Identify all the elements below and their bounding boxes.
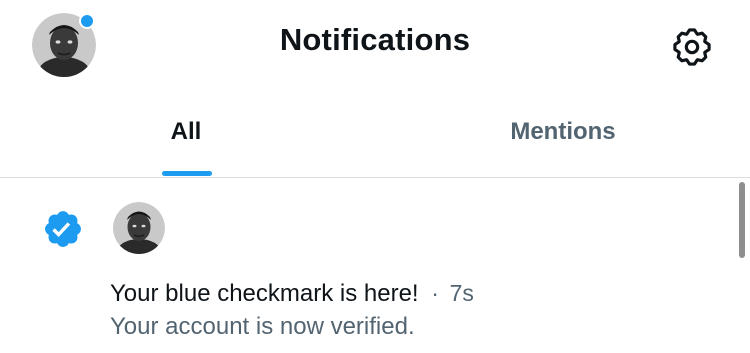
page-title: Notifications — [279, 22, 471, 57]
notifications-screen: Notifications All Mentions Your blue che… — [0, 0, 750, 353]
header: Notifications — [0, 0, 750, 88]
notification-time: 7s — [449, 280, 474, 306]
tab-mentions[interactable]: Mentions — [375, 100, 750, 177]
verified-badge-icon — [45, 211, 81, 247]
scrollbar[interactable] — [739, 182, 745, 258]
settings-button[interactable] — [668, 23, 716, 71]
tab-all[interactable]: All — [0, 100, 375, 177]
notification-avatar[interactable] — [113, 202, 165, 254]
active-tab-indicator — [162, 171, 212, 176]
gear-icon — [673, 28, 711, 66]
tab-all-label: All — [170, 118, 202, 145]
notification-title: Your blue checkmark is here! — [110, 280, 419, 307]
notification-item[interactable]: Your blue checkmark is here! · 7s Your a… — [0, 178, 740, 353]
tab-mentions-label: Mentions — [510, 118, 616, 145]
notification-separator: · — [431, 280, 439, 306]
tab-bar: All Mentions — [0, 100, 750, 178]
notification-subtitle: Your account is now verified. — [110, 313, 415, 340]
notification-text: Your blue checkmark is here! · 7s — [110, 278, 474, 309]
